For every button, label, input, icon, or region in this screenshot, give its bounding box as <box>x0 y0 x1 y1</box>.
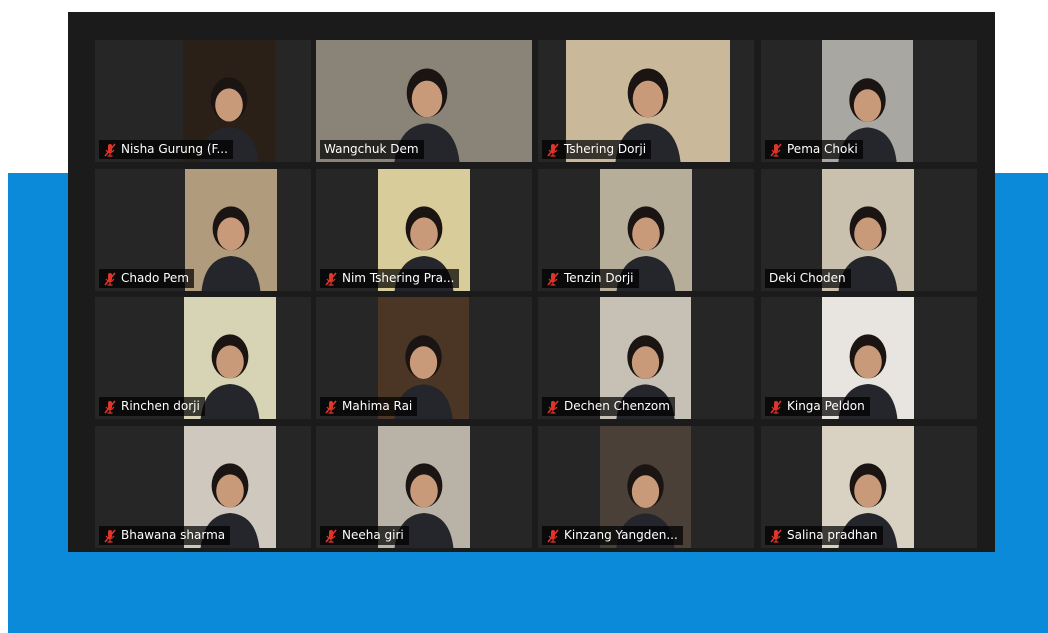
participant-tile[interactable]: Pema Choki <box>761 40 977 162</box>
participant-name-tag: Nim Tshering Pra... <box>320 269 460 288</box>
mic-muted-icon <box>325 528 337 543</box>
participant-name: Rinchen dorji <box>121 399 200 413</box>
participant-tile[interactable]: Deki Choden <box>761 169 977 291</box>
participant-name: Chado Pem <box>121 271 189 285</box>
participant-tile[interactable]: Tenzin Dorji <box>538 169 754 291</box>
participant-tile[interactable]: Mahima Rai <box>316 297 532 419</box>
participant-name-tag: Wangchuk Dem <box>320 140 424 159</box>
participant-name: Dechen Chenzom <box>564 399 670 413</box>
participant-tile[interactable]: Kinzang Yangden... <box>538 426 754 548</box>
participant-name-tag: Pema Choki <box>765 140 863 159</box>
participant-name-tag: Deki Choden <box>765 269 851 288</box>
participant-name: Pema Choki <box>787 142 858 156</box>
participant-tile[interactable]: Rinchen dorji <box>95 297 311 419</box>
participant-name-tag: Tshering Dorji <box>542 140 652 159</box>
participant-name-tag: Bhawana sharma <box>99 526 231 545</box>
participant-name: Deki Choden <box>769 271 846 285</box>
participant-name-tag: Salina pradhan <box>765 526 883 545</box>
participant-tile[interactable]: Bhawana sharma <box>95 426 311 548</box>
participant-name-tag: Kinga Peldon <box>765 397 870 416</box>
participant-name: Wangchuk Dem <box>324 142 419 156</box>
participant-tile[interactable]: Tshering Dorji <box>538 40 754 162</box>
participant-tile[interactable]: Nisha Gurung (F... <box>95 40 311 162</box>
participant-video <box>185 169 277 291</box>
participant-tile[interactable]: Nim Tshering Pra... <box>316 169 532 291</box>
participant-tile[interactable]: Dechen Chenzom <box>538 297 754 419</box>
participant-tile[interactable]: Neeha giri <box>316 426 532 548</box>
participant-name-tag: Mahima Rai <box>320 397 418 416</box>
mic-muted-icon <box>547 271 559 286</box>
participant-name: Nisha Gurung (F... <box>121 142 228 156</box>
participant-name-tag: Chado Pem <box>99 269 194 288</box>
participant-name: Neeha giri <box>342 528 404 542</box>
participant-tile[interactable]: Salina pradhan <box>761 426 977 548</box>
participant-name: Kinzang Yangden... <box>564 528 678 542</box>
mic-muted-icon <box>325 271 337 286</box>
participant-name: Tshering Dorji <box>564 142 647 156</box>
video-gallery-window: Nisha Gurung (F... Wangchuk Dem Tshering D… <box>68 12 995 552</box>
mic-muted-icon <box>770 399 782 414</box>
participant-name: Nim Tshering Pra... <box>342 271 455 285</box>
mic-muted-icon <box>770 528 782 543</box>
person-silhouette <box>201 206 261 291</box>
mic-muted-icon <box>104 271 116 286</box>
participant-tile[interactable]: Chado Pem <box>95 169 311 291</box>
participant-name-tag: Neeha giri <box>320 526 409 545</box>
participant-tile[interactable]: Kinga Peldon <box>761 297 977 419</box>
mic-muted-icon <box>547 399 559 414</box>
mic-muted-icon <box>325 399 337 414</box>
mic-muted-icon <box>770 142 782 157</box>
mic-muted-icon <box>104 142 116 157</box>
participant-name: Tenzin Dorji <box>564 271 634 285</box>
mic-muted-icon <box>547 528 559 543</box>
participant-name-tag: Kinzang Yangden... <box>542 526 683 545</box>
mic-muted-icon <box>104 528 116 543</box>
participant-tile[interactable]: Wangchuk Dem <box>316 40 532 162</box>
participant-name: Mahima Rai <box>342 399 413 413</box>
participant-name-tag: Rinchen dorji <box>99 397 205 416</box>
participant-name: Bhawana sharma <box>121 528 226 542</box>
participant-name: Kinga Peldon <box>787 399 865 413</box>
participant-name-tag: Nisha Gurung (F... <box>99 140 233 159</box>
mic-muted-icon <box>104 399 116 414</box>
mic-muted-icon <box>547 142 559 157</box>
participant-name-tag: Dechen Chenzom <box>542 397 675 416</box>
participant-name: Salina pradhan <box>787 528 878 542</box>
participant-name-tag: Tenzin Dorji <box>542 269 639 288</box>
